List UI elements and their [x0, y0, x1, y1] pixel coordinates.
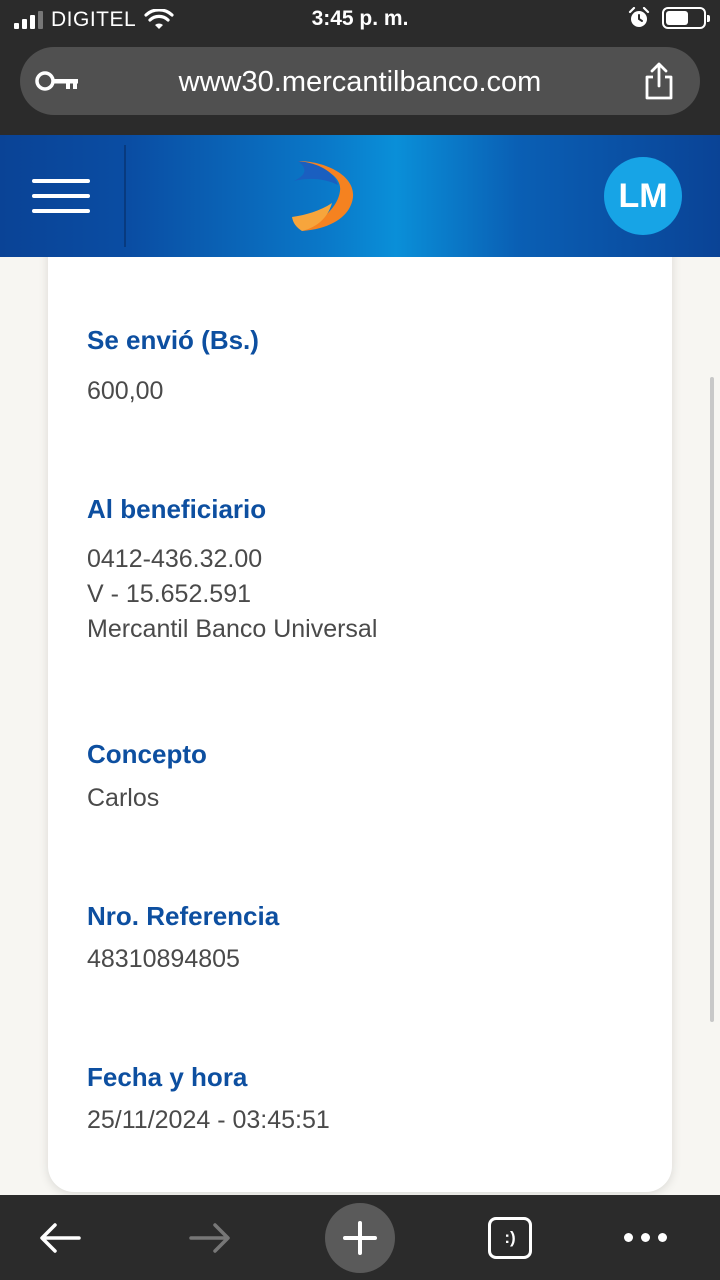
status-bar: DIGITEL 3:45 p. m.	[0, 0, 720, 40]
beneficiary-id: V - 15.652.591	[87, 580, 252, 608]
status-time: 3:45 p. m.	[311, 7, 409, 30]
reference-label: Nro. Referencia	[87, 901, 280, 931]
beneficiary-label: Al beneficiario	[87, 494, 267, 524]
forward-arrow-icon	[189, 1222, 230, 1253]
battery-icon	[662, 7, 710, 29]
user-avatar[interactable]: LM	[604, 157, 682, 235]
amount-value: 600,00	[87, 377, 164, 405]
datetime-value: 25/11/2024 - 03:45:51	[87, 1106, 330, 1134]
app-header: LM	[0, 135, 720, 257]
more-icon	[623, 1233, 667, 1242]
address-bar[interactable]: www30.mercantilbanco.com	[20, 47, 700, 115]
concept-label: Concepto	[87, 739, 207, 769]
mercantil-logo[interactable]	[288, 157, 362, 237]
beneficiary-bank: Mercantil Banco Universal	[87, 615, 378, 643]
scrollbar[interactable]	[710, 377, 714, 1022]
header-divider	[124, 145, 126, 247]
share-icon[interactable]	[642, 61, 676, 101]
tabs-icon: :)	[488, 1216, 532, 1259]
beneficiary-phone: 0412-436.32.00	[87, 545, 263, 573]
url-text[interactable]: www30.mercantilbanco.com	[20, 66, 700, 99]
hamburger-menu-icon[interactable]	[32, 179, 90, 213]
status-right	[628, 7, 710, 29]
new-tab-button[interactable]	[325, 1195, 395, 1280]
alarm-icon	[628, 7, 650, 27]
browser-top-bar: www30.mercantilbanco.com	[0, 40, 720, 135]
main-content: Se envió (Bs.) 600,00 Al beneficiario 04…	[0, 257, 720, 1195]
tabs-button[interactable]: :)	[485, 1195, 535, 1280]
plus-icon	[343, 1220, 377, 1255]
back-arrow-icon	[40, 1222, 81, 1253]
reference-value: 48310894805	[87, 945, 240, 973]
new-tab-circle	[325, 1202, 395, 1273]
back-button[interactable]	[30, 1195, 90, 1280]
datetime-label: Fecha y hora	[87, 1062, 248, 1092]
more-button[interactable]	[620, 1195, 670, 1280]
forward-button[interactable]	[180, 1195, 240, 1280]
amount-label: Se envió (Bs.)	[87, 325, 259, 355]
browser-toolbar: :)	[0, 1195, 720, 1280]
concept-value: Carlos	[87, 784, 160, 812]
